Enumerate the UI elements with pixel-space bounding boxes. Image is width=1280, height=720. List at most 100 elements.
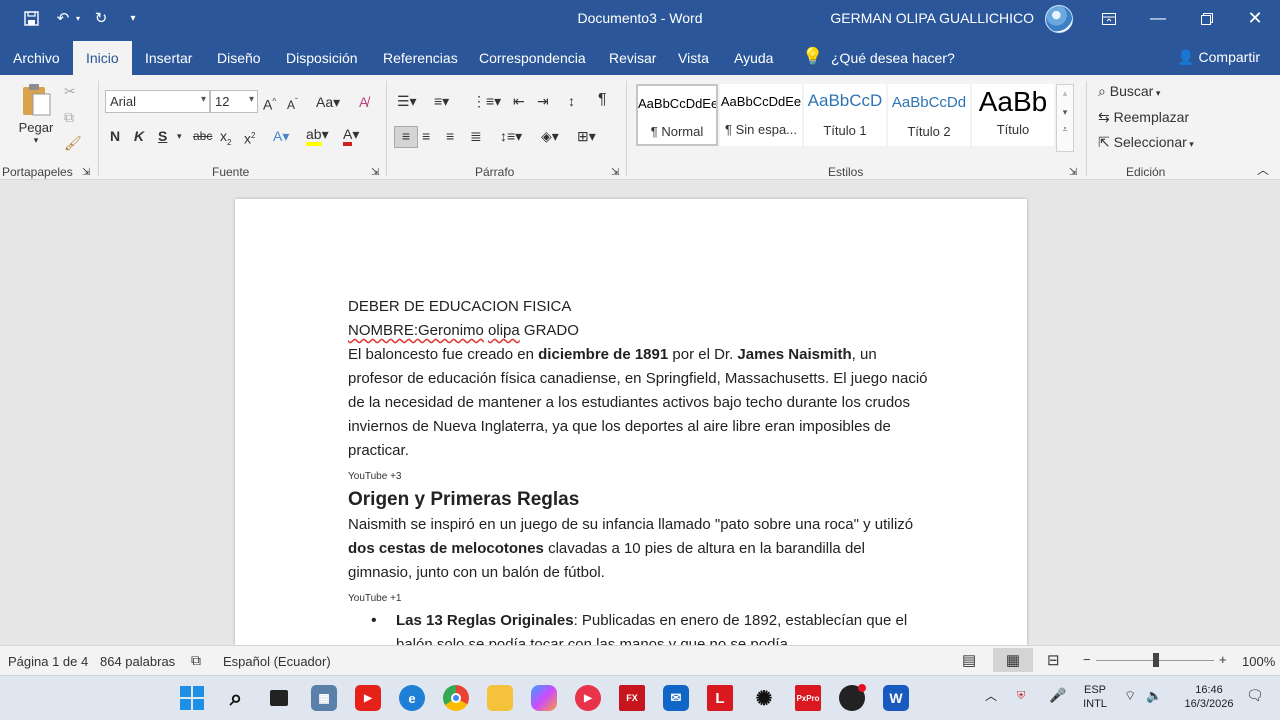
line-spacing-icon[interactable]: ↕≡▾ <box>500 127 522 145</box>
tab-referencias[interactable]: Referencias <box>383 50 458 66</box>
dialog-launcher-icon[interactable]: ⇲ <box>371 164 379 182</box>
lasso-icon[interactable]: L <box>707 685 733 711</box>
search-icon[interactable]: ⌕ <box>223 685 249 711</box>
word-icon[interactable]: W <box>883 685 909 711</box>
zoom-thumb[interactable] <box>1153 653 1159 667</box>
highlight-icon[interactable]: ab▾ <box>306 125 329 146</box>
copy-icon[interactable]: ⧉ <box>64 108 74 126</box>
zoom-out-icon[interactable]: − <box>1083 652 1091 667</box>
align-center-icon[interactable]: ≡ <box>422 127 430 145</box>
multilevel-list-icon[interactable]: ⋮≡▾ <box>472 92 501 110</box>
chatgpt-icon[interactable]: ✺ <box>751 685 777 711</box>
volume-icon[interactable]: 🔈 <box>1146 689 1162 703</box>
print-layout-icon[interactable]: ▦ <box>993 648 1033 672</box>
minimize-icon[interactable]: — <box>1135 0 1181 37</box>
grow-font-icon[interactable]: A^ <box>263 93 276 114</box>
youtube-icon[interactable]: ▶ <box>355 685 381 711</box>
align-right-icon[interactable]: ≡ <box>446 127 454 145</box>
document-body[interactable]: DEBER DE EDUCACION FISICA NOMBRE:Geronim… <box>348 295 928 657</box>
numbering-icon[interactable]: ≡▾ <box>434 92 449 110</box>
page-count[interactable]: Página 1 de 4 <box>8 654 88 669</box>
shading-icon[interactable]: ◈▾ <box>541 127 559 145</box>
edge-icon[interactable]: e <box>399 685 425 711</box>
justify-icon[interactable]: ≣ <box>470 127 482 145</box>
wifi-icon[interactable]: ⌔ <box>1124 689 1136 703</box>
cut-icon[interactable]: ✂ <box>64 82 76 100</box>
style-no-spacing[interactable]: AaBbCcDdEe ¶ Sin espa... <box>720 84 802 146</box>
chevron-up-icon[interactable]: ▴ <box>1057 88 1073 99</box>
task-view-icon[interactable] <box>266 685 292 711</box>
bold-icon[interactable]: N <box>110 127 120 145</box>
user-name[interactable]: GERMAN OLIPA GUALLICHICO <box>830 10 1034 26</box>
collapse-ribbon-icon[interactable]: ︿ <box>1257 161 1269 179</box>
tell-me-input[interactable]: ¿Qué desea hacer? <box>831 50 955 66</box>
tab-inicio[interactable]: Inicio <box>73 41 132 75</box>
clock[interactable]: 16:46 16/3/2026 <box>1176 683 1242 711</box>
underline-icon[interactable]: S <box>158 127 167 145</box>
share-button[interactable]: 👤 Compartir <box>1177 49 1260 66</box>
calculator-icon[interactable]: ▦ <box>311 685 337 711</box>
pxpro-icon[interactable]: PxPro <box>795 685 821 711</box>
outlook-icon[interactable]: ✉ <box>663 685 689 711</box>
obs-icon[interactable] <box>839 684 866 711</box>
avatar[interactable] <box>1045 5 1073 33</box>
font-size-combo[interactable]: 12 ▾ <box>210 90 258 113</box>
notification-icon[interactable]: 🗨 <box>1246 688 1264 702</box>
close-icon[interactable]: ✕ <box>1232 0 1278 37</box>
ribbon-display-icon[interactable] <box>1086 0 1132 37</box>
style-heading-2[interactable]: AaBbCcDd Título 2 <box>888 84 970 146</box>
clear-formatting-icon[interactable]: A̸ <box>359 93 368 111</box>
superscript-icon[interactable]: x2 <box>244 127 255 148</box>
bullets-icon[interactable]: ☰▾ <box>397 92 417 110</box>
tab-ayuda[interactable]: Ayuda <box>734 50 773 66</box>
restore-icon[interactable] <box>1184 0 1230 37</box>
document-page[interactable]: DEBER DE EDUCACION FISICA NOMBRE:Geronim… <box>235 199 1027 653</box>
zoom-in-icon[interactable]: + <box>1219 652 1227 667</box>
underline-dropdown-icon[interactable]: ▾ <box>177 127 182 145</box>
style-heading-1[interactable]: AaBbCcD Título 1 <box>804 84 886 146</box>
strikethrough-icon[interactable]: abc <box>193 127 212 145</box>
web-layout-icon[interactable]: ⊟ <box>1047 651 1060 669</box>
media-player-icon[interactable]: ▶ <box>575 685 601 711</box>
find-button[interactable]: ⌕ Buscar ▾ <box>1098 83 1160 100</box>
zoom-level[interactable]: 100% <box>1242 654 1275 669</box>
tab-diseno[interactable]: Diseño <box>217 50 261 66</box>
fxpro-icon[interactable]: FX <box>619 685 645 711</box>
italic-icon[interactable]: K <box>134 127 144 145</box>
tab-correspondencia[interactable]: Correspondencia <box>479 50 586 66</box>
tab-disposicion[interactable]: Disposición <box>286 50 358 66</box>
font-color-icon[interactable]: A▾ <box>343 125 359 146</box>
text-effects-icon[interactable]: A▾ <box>273 127 289 145</box>
dialog-launcher-icon[interactable]: ⇲ <box>1069 164 1077 182</box>
chevron-down-icon[interactable]: ▾ <box>1057 107 1073 118</box>
increase-indent-icon[interactable]: ⇥ <box>537 92 549 110</box>
dialog-launcher-icon[interactable]: ⇲ <box>611 164 619 182</box>
more-styles-icon[interactable]: ⩡ <box>1057 124 1073 135</box>
language-indicator[interactable]: Español (Ecuador) <box>223 654 331 669</box>
styles-gallery-scroll[interactable]: ▴ ▾ ⩡ <box>1056 84 1074 152</box>
font-name-combo[interactable]: Arial ▾ <box>105 90 210 113</box>
copilot-icon[interactable] <box>531 685 557 711</box>
proofing-icon[interactable]: ⧉ <box>191 652 201 669</box>
tab-vista[interactable]: Vista <box>678 50 709 66</box>
paste-button[interactable]: Pegar ▾ <box>14 83 58 155</box>
dialog-launcher-icon[interactable]: ⇲ <box>82 164 90 182</box>
shrink-font-icon[interactable]: Aˇ <box>287 93 298 114</box>
input-language[interactable]: ESP INTL <box>1080 683 1110 711</box>
file-explorer-icon[interactable] <box>487 685 513 711</box>
style-title[interactable]: AaBb Título <box>972 84 1054 146</box>
format-painter-icon[interactable]: 🖌 <box>64 134 82 152</box>
decrease-indent-icon[interactable]: ⇤ <box>513 92 525 110</box>
tab-insertar[interactable]: Insertar <box>145 50 192 66</box>
read-mode-icon[interactable]: ▤ <box>962 651 976 669</box>
replace-button[interactable]: ⇆ Reemplazar <box>1098 109 1189 126</box>
tab-archivo[interactable]: Archivo <box>13 50 60 66</box>
subscript-icon[interactable]: x2 <box>220 127 231 152</box>
select-button[interactable]: ⇱ Seleccionar ▾ <box>1098 134 1194 151</box>
show-hidden-icons[interactable]: ︿ <box>985 689 997 703</box>
security-icon[interactable]: ⛨ <box>1017 689 1025 703</box>
word-count[interactable]: 864 palabras <box>100 654 175 669</box>
style-normal[interactable]: AaBbCcDdEe ¶ Normal <box>636 84 718 146</box>
change-case-icon[interactable]: Aa▾ <box>316 93 340 111</box>
tab-revisar[interactable]: Revisar <box>609 50 656 66</box>
